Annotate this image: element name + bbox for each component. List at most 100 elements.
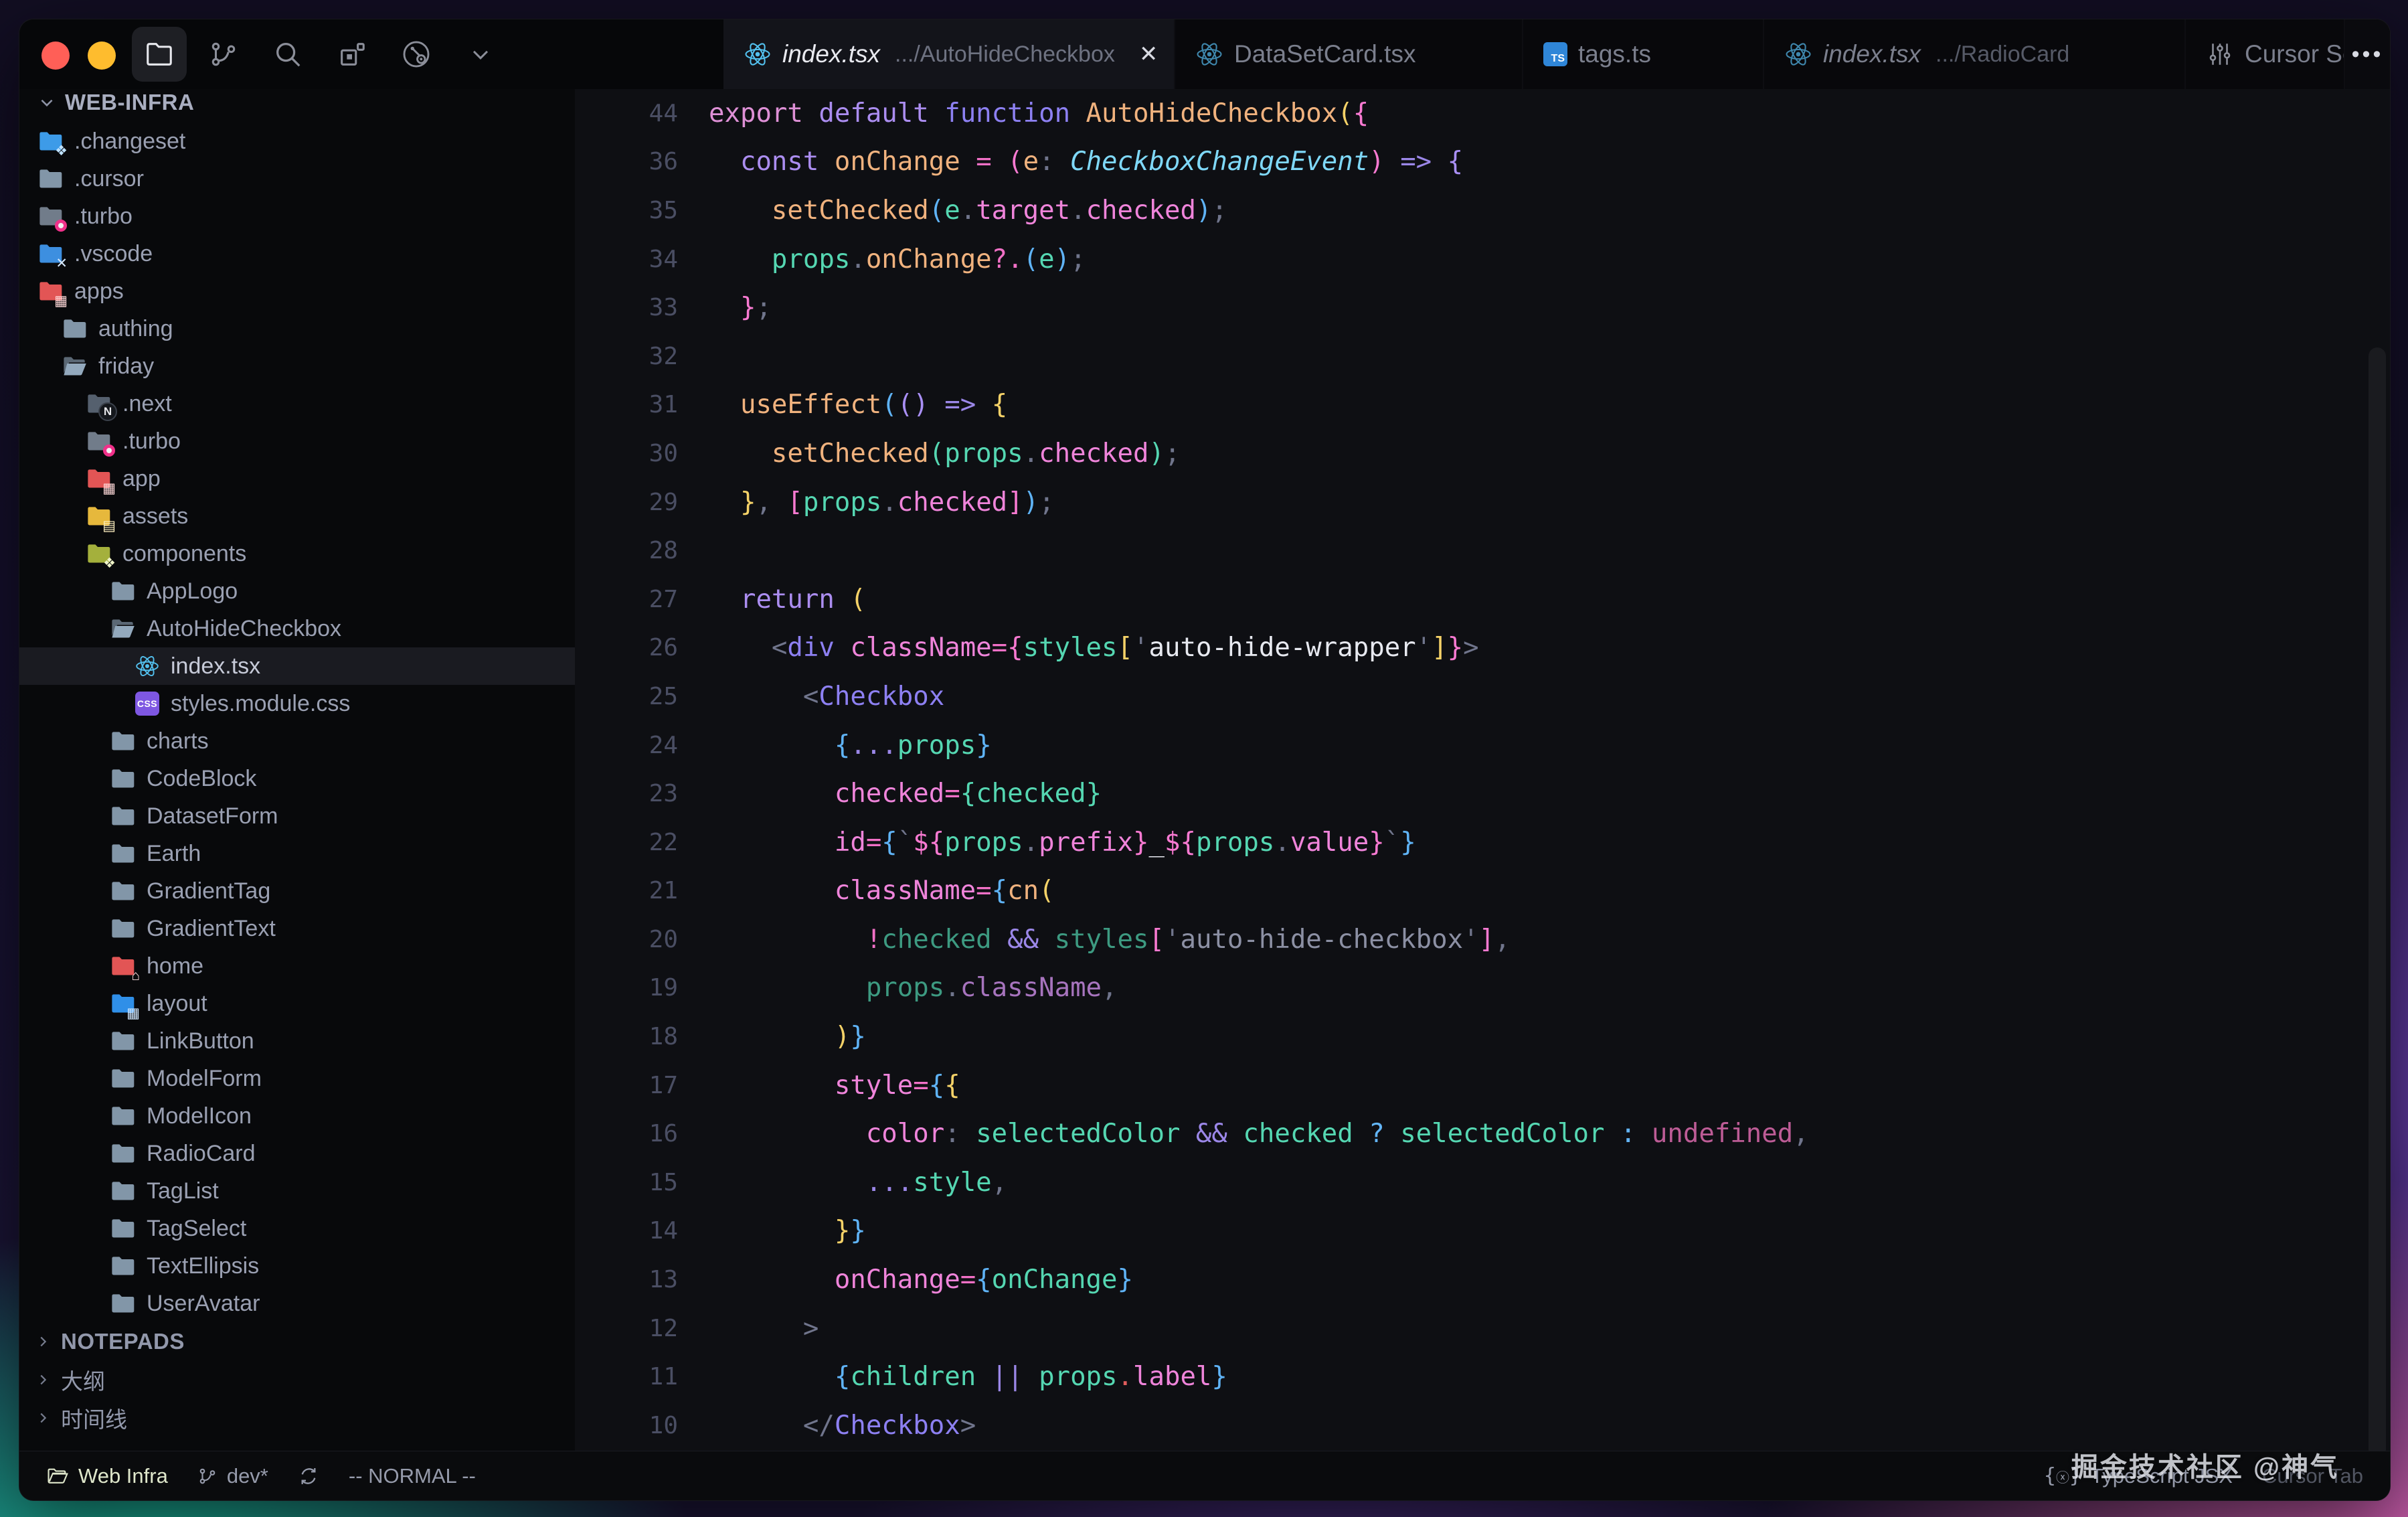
sidebar-item-components[interactable]: ❖components [19,535,575,572]
code-line-24[interactable]: 24 {...props} [575,721,2390,770]
tab-title: tags.ts [1578,40,1651,68]
sidebar-item-index-tsx[interactable]: index.tsx [19,647,575,685]
sidebar-section-大纲[interactable]: 大纲 [19,1360,575,1399]
code-line-34[interactable]: 34 props.onChange?.(e); [575,235,2390,284]
sidebar-item--cursor[interactable]: .cursor [19,160,575,197]
status-item--normal-[interactable]: -- NORMAL -- [349,1464,476,1488]
editor-scrollbar[interactable] [2369,347,2386,1459]
sidebar-item-layout[interactable]: ▦layout [19,985,575,1022]
code-line-36[interactable]: 36 const onChange = (e: CheckboxChangeEv… [575,138,2390,187]
line-text: props.className, [709,973,1118,1003]
sidebar-item-modelicon[interactable]: ModelIcon [19,1097,575,1135]
line-number: 32 [575,343,678,370]
close-tab-icon[interactable]: ✕ [1126,41,1158,68]
sidebar-item--next[interactable]: N.next [19,385,575,422]
item-label: LinkButton [147,1028,254,1054]
code-line-25[interactable]: 25 <Checkbox [575,672,2390,721]
react-icon [1784,40,1812,68]
line-number: 12 [575,1315,678,1342]
item-label: AutoHideCheckbox [147,616,341,642]
code-line-21[interactable]: 21 className={cn( [575,867,2390,916]
extensions-icon[interactable] [325,27,379,82]
sidebar-item-app[interactable]: ▦app [19,460,575,497]
sidebar-item-authing[interactable]: authing [19,310,575,347]
sidebar-section-notepads[interactable]: NOTEPADS [19,1322,575,1360]
code-line-19[interactable]: 19 props.className, [575,964,2390,1013]
line-number: 20 [575,926,678,953]
status-item-web-infra[interactable]: Web Infra [46,1464,168,1488]
code-line-22[interactable]: 22 id={`${props.prefix}_${props.value}`} [575,818,2390,867]
code-line-32[interactable]: 32 [575,332,2390,381]
search-icon[interactable] [260,27,315,82]
code-line-18[interactable]: 18 )} [575,1012,2390,1061]
sidebar-item-modelform[interactable]: ModelForm [19,1060,575,1097]
code-line-16[interactable]: 16 color: selectedColor && checked ? sel… [575,1109,2390,1158]
code-line-17[interactable]: 17 style={{ [575,1061,2390,1110]
sidebar-item-linkbutton[interactable]: LinkButton [19,1022,575,1060]
line-text: props.onChange?.(e); [709,244,1086,274]
code-line-29[interactable]: 29 }, [props.checked]); [575,478,2390,527]
code-line-13[interactable]: 13 onChange={onChange} [575,1255,2390,1304]
code-line-28[interactable]: 28 [575,526,2390,575]
code-line-12[interactable]: 12 > [575,1304,2390,1353]
sidebar-item-assets[interactable]: ▤assets [19,497,575,535]
code-line-44[interactable]: 44export default function AutoHideCheckb… [575,89,2390,138]
sidebar-item-codeblock[interactable]: CodeBlock [19,760,575,797]
sidebar-item-taglist[interactable]: TagList [19,1172,575,1210]
status-item-dev-[interactable]: dev* [197,1464,268,1488]
minimize-window-button[interactable] [88,42,116,70]
line-number: 23 [575,780,678,807]
code-line-23[interactable]: 23 checked={checked} [575,769,2390,818]
tab-index-tsx[interactable]: index.tsx.../RadioCard [1764,19,2186,89]
remote-icon[interactable] [389,27,444,82]
tab-overflow-button[interactable]: ••• [2345,19,2390,89]
sidebar-item-gradienttag[interactable]: GradientTag [19,872,575,910]
code-line-30[interactable]: 30 setChecked(props.checked); [575,429,2390,478]
workspace-root-header[interactable]: WEB-INFRA [19,89,575,116]
sidebar-item--turbo[interactable]: .turbo [19,422,575,460]
code-editor[interactable]: 44export default function AutoHideCheckb… [575,89,2390,1500]
sidebar-item-autohidecheckbox[interactable]: AutoHideCheckbox [19,610,575,647]
code-line-33[interactable]: 33 }; [575,283,2390,332]
code-line-14[interactable]: 14 }} [575,1207,2390,1256]
sidebar-item-tagselect[interactable]: TagSelect [19,1210,575,1247]
sidebar-item-useravatar[interactable]: UserAvatar [19,1285,575,1322]
code-line-35[interactable]: 35 setChecked(e.target.checked); [575,186,2390,235]
sidebar-section-时间线[interactable]: 时间线 [19,1399,575,1437]
sidebar-item--changeset[interactable]: ❖.changeset [19,123,575,160]
sidebar-item-apps[interactable]: ▦apps [19,272,575,310]
sidebar-item-datasetform[interactable]: DatasetForm [19,797,575,835]
sidebar-item--turbo[interactable]: .turbo [19,197,575,235]
sidebar-item-styles-module-css[interactable]: CSSstyles.module.css [19,685,575,722]
code-line-26[interactable]: 26 <div className={styles['auto-hide-wra… [575,624,2390,673]
code-line-20[interactable]: 20 !checked && styles['auto-hide-checkbo… [575,915,2390,964]
close-window-button[interactable] [41,42,70,70]
code-line-15[interactable]: 15 ...style, [575,1158,2390,1207]
code-line-10[interactable]: 10 </Checkbox> [575,1401,2390,1450]
sidebar-item-earth[interactable]: Earth [19,835,575,872]
source-control-icon[interactable] [196,27,251,82]
more-chevron-icon[interactable] [453,27,508,82]
tab-index-tsx[interactable]: index.tsx.../AutoHideCheckbox✕ [723,19,1175,89]
code-line-11[interactable]: 11 {children || props.label} [575,1352,2390,1401]
sidebar-item-friday[interactable]: friday [19,347,575,385]
tab-tags-ts[interactable]: TStags.ts [1523,19,1764,89]
folder-open-icon [46,1465,69,1488]
sidebar-item--vscode[interactable]: ✕.vscode [19,235,575,272]
item-label: Earth [147,841,201,867]
sidebar-item-home[interactable]: ⌂home [19,947,575,985]
tab-datasetcard-tsx[interactable]: DataSetCard.tsx [1175,19,1523,89]
line-text: setChecked(props.checked); [709,438,1180,469]
line-text: !checked && styles['auto-hide-checkbox']… [709,925,1511,955]
status-item-sync[interactable] [298,1465,319,1487]
sidebar-item-charts[interactable]: charts [19,722,575,760]
sidebar-item-gradienttext[interactable]: GradientText [19,910,575,947]
sidebar-item-applogo[interactable]: AppLogo [19,572,575,610]
sidebar-item-radiocard[interactable]: RadioCard [19,1135,575,1172]
tab-title: DataSetCard.tsx [1234,40,1415,68]
sidebar-item-textellipsis[interactable]: TextEllipsis [19,1247,575,1285]
code-line-31[interactable]: 31 useEffect(() => { [575,381,2390,430]
tab-cursor-se[interactable]: Cursor Se [2186,19,2345,89]
code-line-27[interactable]: 27 return ( [575,575,2390,624]
explorer-folder-icon[interactable] [132,27,187,82]
